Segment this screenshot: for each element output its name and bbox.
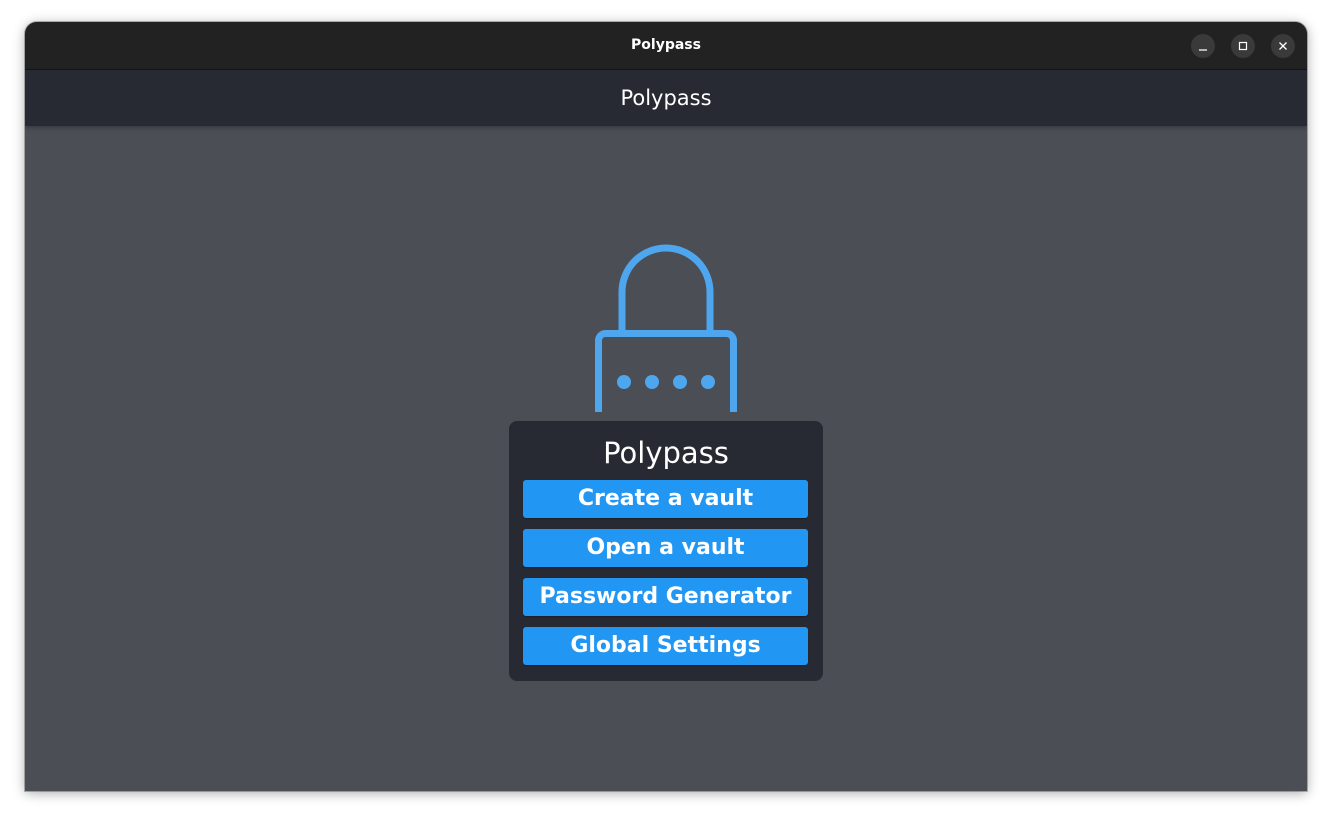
app-header-title: Polypass <box>620 86 712 110</box>
create-vault-button[interactable]: Create a vault <box>523 480 808 518</box>
open-vault-button[interactable]: Open a vault <box>523 529 808 567</box>
main-menu-card: Polypass Create a vault Open a vault Pas… <box>509 421 823 681</box>
menu-title: Polypass <box>603 436 729 470</box>
password-generator-button[interactable]: Password Generator <box>523 578 808 616</box>
app-header: Polypass <box>25 70 1307 126</box>
maximize-button[interactable] <box>1231 34 1255 58</box>
global-settings-button[interactable]: Global Settings <box>523 627 808 665</box>
close-button[interactable] <box>1271 34 1295 58</box>
minimize-button[interactable] <box>1191 34 1215 58</box>
padlock-password-icon <box>595 242 737 432</box>
window-titlebar[interactable]: Polypass <box>25 22 1307 70</box>
window-title: Polypass <box>631 37 701 53</box>
app-window: Polypass Polypass Polypass Create a vaul… <box>25 22 1307 791</box>
close-icon <box>1279 42 1287 50</box>
minimize-icon <box>1199 49 1207 51</box>
maximize-icon <box>1238 41 1248 51</box>
